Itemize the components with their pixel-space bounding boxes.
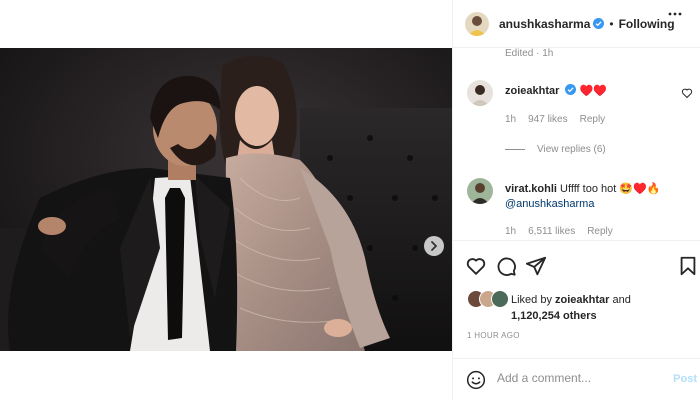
likes-text: Liked by zoieakhtar and 1,120,254 others [511, 292, 631, 324]
comment-mention-link[interactable]: @anushkasharma [505, 198, 594, 210]
reply-button[interactable]: Reply [587, 226, 613, 237]
comment-bubble-icon [497, 257, 516, 276]
chevron-right-icon [431, 241, 437, 251]
comment-like-button[interactable] [681, 86, 693, 99]
comment-username[interactable]: zoieakhtar [505, 85, 559, 97]
post-timestamp[interactable]: 1 HOUR AGO [467, 331, 520, 340]
heart-outline-icon [681, 88, 693, 99]
comment-body: Uffff too hot 🤩♥️🔥 [560, 183, 661, 195]
commenter-avatar[interactable] [467, 178, 493, 204]
comment-button[interactable] [495, 255, 517, 277]
liked-by-conjunction: and [609, 294, 631, 306]
reply-button[interactable]: Reply [580, 114, 606, 125]
post-comment-button[interactable]: Post [673, 373, 697, 385]
commenter-avatar[interactable] [467, 80, 493, 106]
liked-by-user[interactable]: zoieakhtar [555, 294, 609, 306]
comment-likes-count[interactable]: 947 likes [528, 114, 567, 125]
liked-by-avatars[interactable] [467, 290, 513, 310]
avatar-image [467, 178, 493, 204]
emoji-smile-icon [466, 370, 486, 390]
bookmark-icon [680, 256, 696, 276]
replies-divider [505, 149, 525, 150]
paper-plane-icon [525, 256, 547, 276]
comment-likes-count[interactable]: 6,511 likes [528, 226, 575, 237]
avatar-image [467, 80, 493, 106]
comment-meta: 1h 947 likes Reply [505, 114, 605, 125]
comment-input[interactable] [497, 371, 657, 385]
comment-meta: 1h 6,511 likes Reply [505, 226, 613, 237]
post-photo [0, 48, 452, 351]
post-details-panel: anushkasharma • Following Edited · 1h zo [452, 0, 700, 400]
view-replies-label: View replies (6) [537, 144, 606, 155]
comment-text: zoieakhtar ♥️♥️ [505, 84, 685, 99]
comment-text: virat.kohli Uffff too hot 🤩♥️🔥 @anushkas… [505, 182, 685, 212]
heart-outline-icon [466, 258, 486, 275]
post-header: anushkasharma • Following [453, 0, 700, 48]
author-username[interactable]: anushkasharma [499, 17, 590, 31]
liker-avatar [491, 290, 509, 308]
avatar-image [465, 11, 489, 36]
author-avatar[interactable] [465, 11, 489, 36]
likes-summary: Liked by zoieakhtar and 1,120,254 others [467, 290, 697, 326]
comment-composer: Post [453, 358, 700, 400]
verified-badge-icon [593, 18, 605, 29]
comment-age: 1h [505, 114, 517, 125]
verified-badge-icon [565, 84, 577, 95]
comment-username[interactable]: virat.kohli [505, 183, 557, 195]
liked-by-prefix: Liked by [511, 294, 556, 306]
comment-body: ♥️♥️ [579, 85, 607, 97]
more-options-button[interactable] [667, 6, 683, 27]
emoji-button[interactable] [466, 370, 486, 390]
likes-count[interactable]: 1,120,254 others [511, 310, 597, 322]
comment-age: 1h [505, 226, 517, 237]
carousel-next-button[interactable] [424, 236, 444, 256]
share-button[interactable] [525, 255, 547, 277]
caption-edited-time: Edited · 1h [505, 48, 554, 59]
comments-list[interactable]: Edited · 1h zoieakhtar ♥️♥️ 1h 947 likes [453, 48, 700, 240]
like-button[interactable] [465, 255, 487, 277]
comment-item: virat.kohli Uffff too hot 🤩♥️🔥 @anushkas… [467, 178, 697, 240]
more-horizontal-icon [668, 12, 682, 16]
save-button[interactable] [677, 255, 699, 277]
header-separator: • [609, 16, 614, 31]
view-replies-button[interactable]: View replies (6) [505, 144, 606, 155]
post-actions-bar [453, 240, 700, 288]
post-media[interactable] [0, 48, 452, 351]
